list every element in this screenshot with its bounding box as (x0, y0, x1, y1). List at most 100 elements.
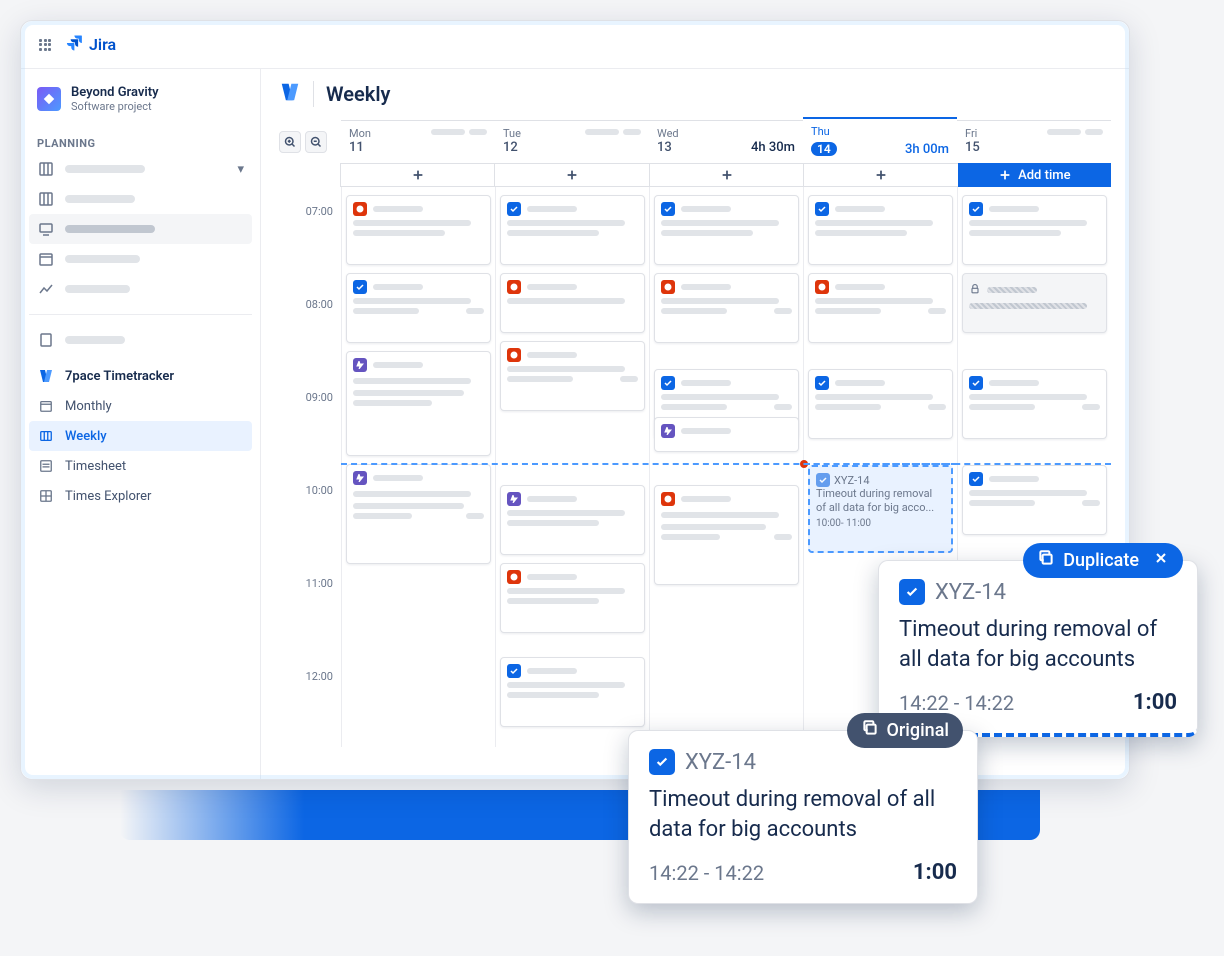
event-card[interactable] (500, 657, 645, 727)
task-icon (969, 472, 983, 486)
sidebar-item-times-explorer[interactable]: Times Explorer (29, 481, 252, 511)
now-line-full (341, 463, 1111, 465)
add-time-button[interactable]: Add time (958, 163, 1111, 187)
page-title: Weekly (326, 82, 390, 106)
section-label-planning: PLANNING (29, 129, 252, 154)
task-icon (507, 202, 521, 216)
event-card[interactable] (346, 273, 491, 343)
event-card[interactable] (346, 464, 491, 564)
grid-icon (37, 487, 55, 505)
task-icon (969, 202, 983, 216)
project-name: Beyond Gravity (71, 85, 159, 100)
time-range: 14:22 - 14:22 (649, 861, 764, 885)
issue-key[interactable]: XYZ-14 (935, 580, 1006, 605)
sidebar-item-page[interactable] (29, 325, 252, 355)
event-card[interactable] (962, 369, 1107, 439)
event-card[interactable] (346, 195, 491, 265)
day-column-wed[interactable] (649, 187, 803, 747)
event-card[interactable] (500, 341, 645, 411)
sidebar-item-calendar[interactable] (29, 244, 252, 274)
event-card-locked[interactable] (962, 273, 1107, 333)
sidebar-item-monthly[interactable]: Monthly (29, 391, 252, 421)
board-icon (37, 160, 55, 178)
event-card[interactable] (654, 417, 799, 452)
sidebar-item-reports[interactable] (29, 274, 252, 304)
project-type: Software project (71, 100, 159, 113)
sidebar-timetracker-label: 7pace Timetracker (65, 369, 174, 384)
duplicate-badge: Duplicate (1023, 543, 1183, 578)
add-cell-wed[interactable] (649, 163, 804, 187)
popup-original[interactable]: Original XYZ-14 Timeout during removal o… (628, 730, 978, 904)
event-card[interactable] (500, 195, 645, 265)
add-cell-thu[interactable] (803, 163, 958, 187)
close-icon[interactable] (1153, 550, 1169, 571)
task-icon (649, 749, 675, 775)
sidebar-item-board[interactable]: ▾ (29, 154, 252, 184)
event-card[interactable] (808, 369, 953, 439)
bug-icon (507, 348, 521, 362)
sidebar-item-timetracker[interactable]: 7pace Timetracker (29, 361, 252, 391)
issue-title: Timeout during removal of all data for b… (649, 785, 957, 844)
time-range: 14:22 - 14:22 (899, 691, 1014, 715)
add-cell-mon[interactable] (340, 163, 495, 187)
event-card[interactable] (962, 195, 1107, 265)
lock-icon (969, 280, 981, 299)
issue-key[interactable]: XYZ-14 (685, 750, 756, 775)
day-column-tue[interactable] (495, 187, 649, 747)
page-icon (37, 331, 55, 349)
event-card[interactable] (808, 195, 953, 265)
task-icon (899, 579, 925, 605)
duration: 1:00 (1133, 690, 1177, 715)
board-icon (37, 190, 55, 208)
task-icon (661, 376, 675, 390)
event-card[interactable] (500, 563, 645, 633)
event-card[interactable] (500, 485, 645, 555)
bug-icon (353, 202, 367, 216)
chevron-down-icon: ▾ (237, 162, 244, 177)
bug-icon (815, 280, 829, 294)
copy-icon (1037, 549, 1055, 572)
sidebar: Beyond Gravity Software project PLANNING… (21, 69, 261, 779)
calendar-icon (37, 250, 55, 268)
times-explorer-label: Times Explorer (65, 489, 151, 504)
event-card[interactable] (500, 273, 645, 333)
popup-duplicate[interactable]: Duplicate XYZ-14 Timeout during removal … (878, 560, 1198, 737)
timetracker-icon (37, 367, 55, 385)
day-header-fri: Fri 15 (957, 120, 1111, 161)
top-bar: Jira (21, 21, 1129, 69)
copy-icon (861, 719, 879, 742)
event-card[interactable] (654, 195, 799, 265)
task-icon (816, 473, 830, 487)
week-icon (37, 427, 55, 445)
event-card[interactable] (654, 485, 799, 585)
timesheet-label: Timesheet (65, 459, 126, 474)
day-column-mon[interactable] (341, 187, 495, 747)
event-card[interactable] (962, 465, 1107, 535)
app-switcher-icon[interactable] (33, 33, 57, 57)
sidebar-item-weekly[interactable]: Weekly (29, 421, 252, 451)
event-card[interactable] (654, 273, 799, 343)
zoom-in-button[interactable] (279, 131, 301, 153)
drag-event-card[interactable]: XYZ-14 Timeout during removal of all dat… (808, 465, 953, 553)
task-icon (353, 280, 367, 294)
event-card[interactable] (808, 273, 953, 343)
project-header[interactable]: Beyond Gravity Software project (29, 85, 252, 129)
project-icon (37, 87, 61, 111)
duration: 1:00 (913, 860, 957, 885)
day-header-thu: Thu 14 3h 00m (803, 117, 957, 163)
zoom-out-button[interactable] (305, 131, 327, 153)
jira-mark-icon (65, 33, 85, 57)
sidebar-item-board2[interactable] (29, 184, 252, 214)
bug-icon (661, 492, 675, 506)
task-icon (815, 376, 829, 390)
bug-icon (661, 280, 675, 294)
calendar-icon (37, 397, 55, 415)
screen-icon (37, 220, 55, 238)
sidebar-item-active-skel[interactable] (29, 214, 252, 244)
epic-icon (353, 471, 367, 485)
sidebar-item-timesheet[interactable]: Timesheet (29, 451, 252, 481)
event-card[interactable] (346, 351, 491, 456)
task-icon (815, 202, 829, 216)
jira-logo[interactable]: Jira (65, 33, 116, 57)
add-cell-tue[interactable] (494, 163, 649, 187)
